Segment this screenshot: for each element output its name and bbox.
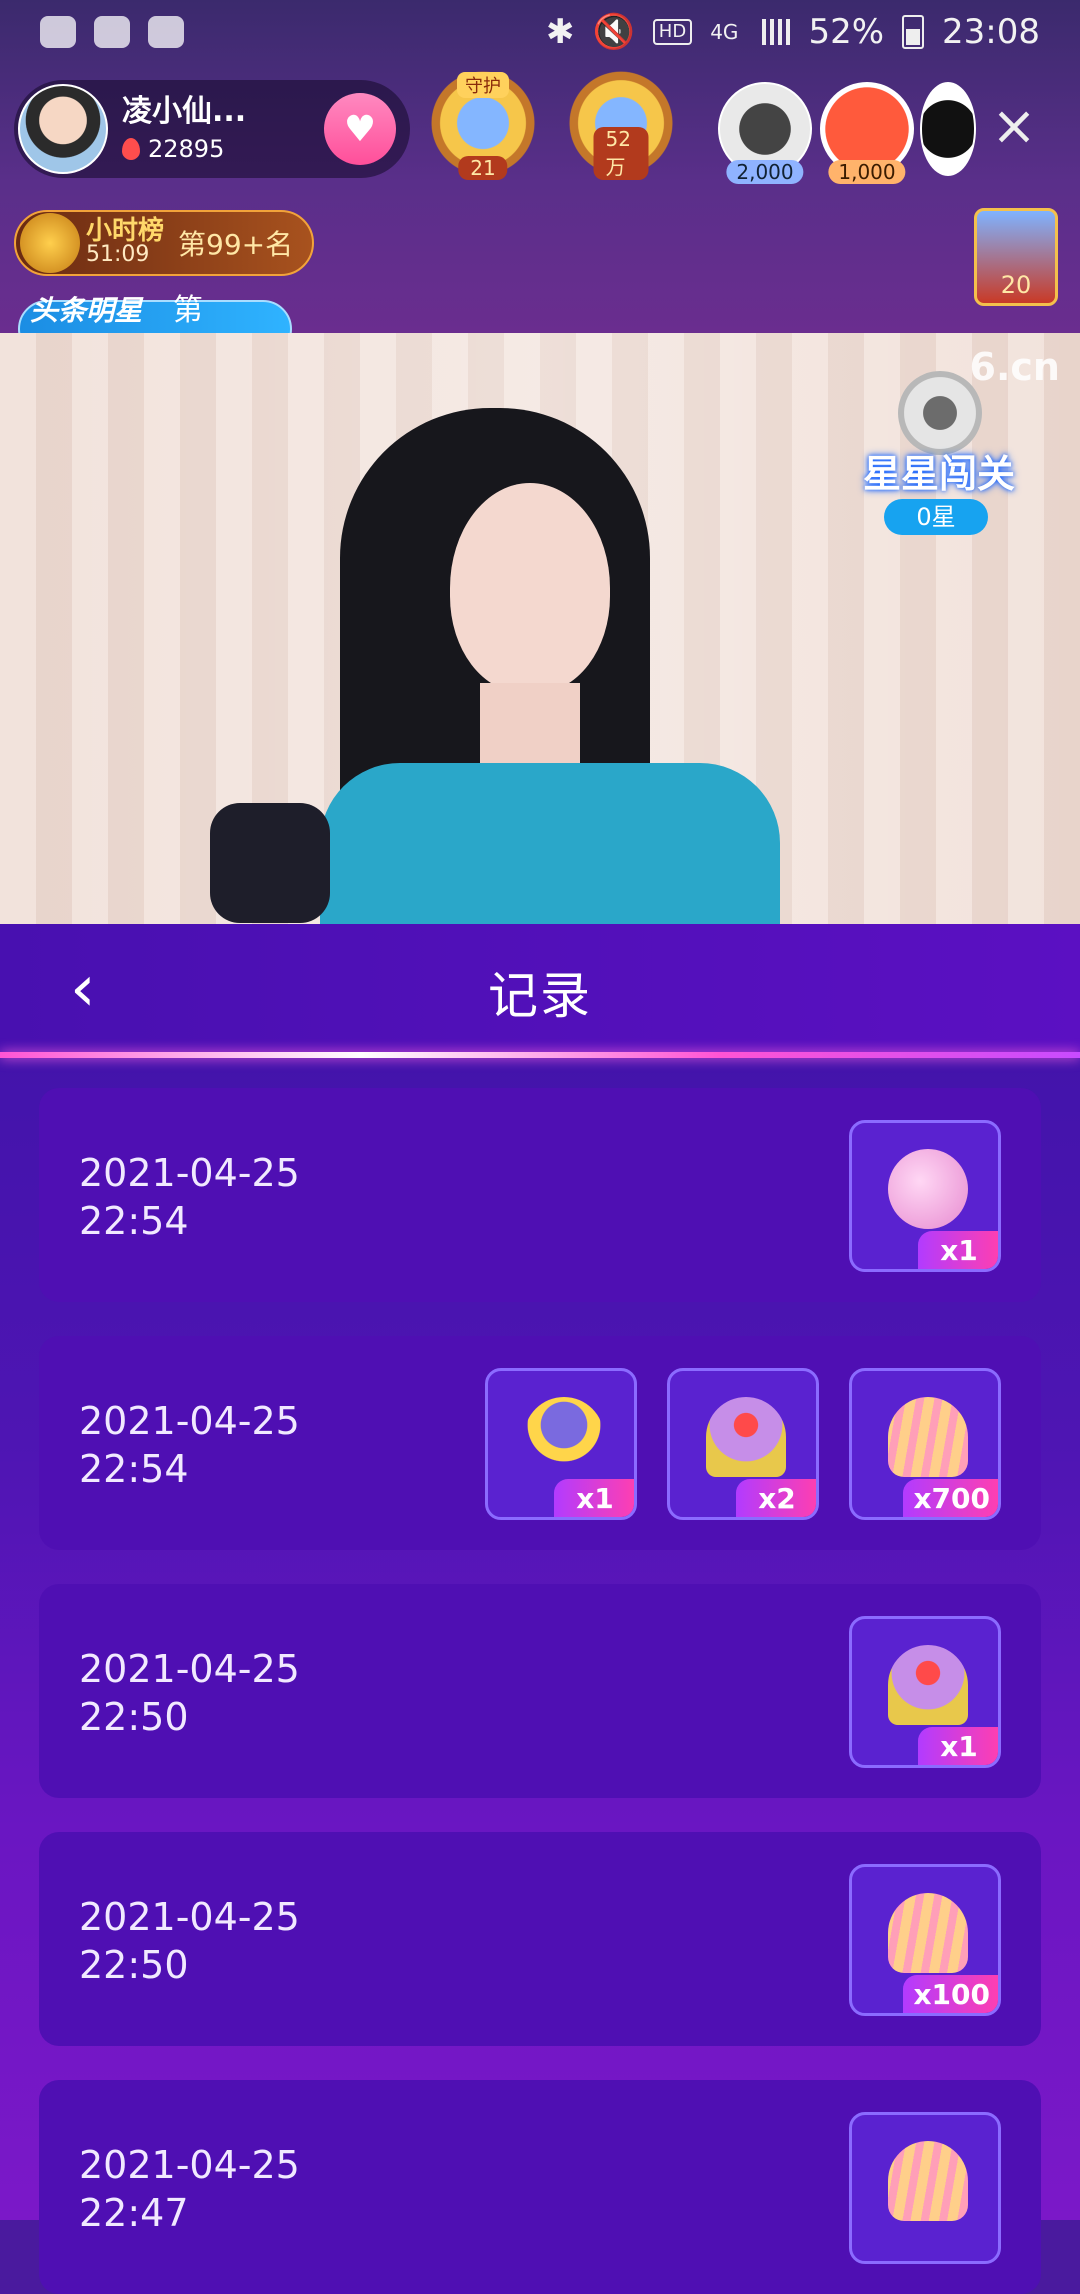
gift-tile[interactable]: x1 — [485, 1368, 637, 1520]
gift-tile[interactable]: x1 — [849, 1616, 1001, 1768]
record-time: 22:54 — [79, 1447, 189, 1491]
gift-tile[interactable] — [849, 2112, 1001, 2264]
live-video[interactable]: 6.cn 星星闯关 0星 — [0, 333, 1080, 933]
record-date: 2021-04-25 — [79, 1151, 300, 1195]
gift-quantity: x2 — [736, 1479, 816, 1517]
host-score: 22895 — [148, 135, 225, 163]
viewer-contribution: 2,000 — [726, 160, 804, 184]
guard-badge[interactable]: 守护 21 — [428, 70, 538, 188]
status-bar: ✱ 🔇 HD 4G 52% 23:08 — [0, 0, 1080, 64]
gift-tile[interactable]: x100 — [849, 1864, 1001, 2016]
guard-label: 守护 — [457, 72, 509, 98]
gift-tile[interactable]: x700 — [849, 1368, 1001, 1520]
hd-indicator: HD — [652, 19, 693, 45]
header-divider — [0, 1052, 1080, 1058]
notification-icon — [40, 16, 76, 48]
shell-icon — [888, 1397, 968, 1477]
record-time: 22:47 — [79, 2191, 189, 2235]
shell-icon — [888, 1893, 968, 1973]
record-item[interactable]: 2021-04-25 22:54 x1 — [39, 1088, 1041, 1302]
star-game-widget[interactable]: 星星闯关 0星 — [854, 353, 1024, 535]
viewer-contribution: 1,000 — [828, 160, 906, 184]
records-panel: ‹ 记录 2021-04-25 22:54 x1 2021-04-25 22:5… — [0, 924, 1080, 2294]
mute-icon: 🔇 — [592, 12, 635, 52]
hourly-rank-badge[interactable]: 小时榜 51:09 第99+名 — [14, 210, 314, 276]
panel-title: 记录 — [488, 967, 592, 1025]
rose-dome-icon — [706, 1397, 786, 1477]
gift-quantity: x700 — [903, 1479, 998, 1517]
rocket-icon — [524, 1397, 604, 1477]
host-card[interactable]: 凌小仙... 22895 ♥ — [14, 80, 410, 178]
record-time: 22:50 — [79, 1943, 189, 1987]
follow-button[interactable]: ♥ — [324, 93, 396, 165]
heart-icon: ♥ — [343, 108, 377, 150]
host-avatar[interactable] — [18, 84, 108, 174]
notification-icon — [148, 16, 184, 48]
record-item[interactable]: 2021-04-25 22:50 x100 — [39, 1832, 1041, 2046]
gift-quantity: x100 — [903, 1975, 998, 2013]
gift-quantity: x1 — [918, 1727, 998, 1765]
trophy-icon — [20, 213, 80, 273]
activity-badge-count: 20 — [1000, 271, 1032, 299]
record-time: 22:50 — [79, 1695, 189, 1739]
record-date: 2021-04-25 — [79, 2143, 300, 2187]
close-icon[interactable]: × — [984, 96, 1044, 156]
star-game-title: 星星闯关 — [862, 452, 1015, 496]
flame-icon — [122, 138, 140, 160]
record-time: 22:54 — [79, 1199, 189, 1243]
guard-count: 21 — [458, 156, 508, 180]
streamer-dress — [320, 763, 780, 933]
notification-icon — [94, 16, 130, 48]
moon-icon — [888, 1149, 968, 1229]
streamer-hand — [210, 803, 330, 923]
panel-header: ‹ 记录 — [0, 924, 1080, 1054]
bluetooth-icon: ✱ — [545, 12, 575, 52]
fans-count: 52万 — [593, 127, 649, 180]
streamer-face — [450, 483, 610, 693]
network-type: 4G — [710, 20, 739, 44]
shell-icon — [888, 2141, 968, 2221]
battery-percent: 52% — [808, 12, 885, 52]
fans-badge[interactable]: 52万 — [566, 70, 676, 188]
battery-icon — [902, 15, 925, 49]
record-date: 2021-04-25 — [79, 1399, 300, 1443]
star-game-count: 0星 — [884, 499, 988, 535]
gift-quantity: x1 — [554, 1479, 634, 1517]
host-name: 凌小仙... — [122, 94, 247, 129]
gift-quantity: x1 — [918, 1231, 998, 1269]
hourly-rank-countdown: 51:09 — [86, 242, 150, 267]
clock: 23:08 — [942, 12, 1040, 52]
viewer-avatar[interactable]: 2,000 — [718, 82, 812, 184]
hourly-rank-title: 小时榜 — [86, 216, 165, 246]
signal-icon — [756, 19, 791, 45]
record-item[interactable]: 2021-04-25 22:50 x1 — [39, 1584, 1041, 1798]
gift-tile[interactable]: x2 — [667, 1368, 819, 1520]
activity-badge[interactable]: 20 — [974, 208, 1058, 306]
record-date: 2021-04-25 — [79, 1647, 300, 1691]
gift-tile[interactable]: x1 — [849, 1120, 1001, 1272]
hourly-rank-position: 第99+名 — [178, 228, 294, 261]
record-date: 2021-04-25 — [79, 1895, 300, 1939]
stream-header: ✱ 🔇 HD 4G 52% 23:08 凌小仙... 22895 ♥ 守护 21… — [0, 0, 1080, 372]
viewer-avatar[interactable] — [920, 82, 976, 176]
rose-dome-icon — [888, 1645, 968, 1725]
record-item[interactable]: 2021-04-25 22:47 — [39, 2080, 1041, 2294]
viewer-avatar[interactable]: 1,000 — [820, 82, 914, 184]
record-item[interactable]: 2021-04-25 22:54 x1 x2 x700 — [39, 1336, 1041, 1550]
